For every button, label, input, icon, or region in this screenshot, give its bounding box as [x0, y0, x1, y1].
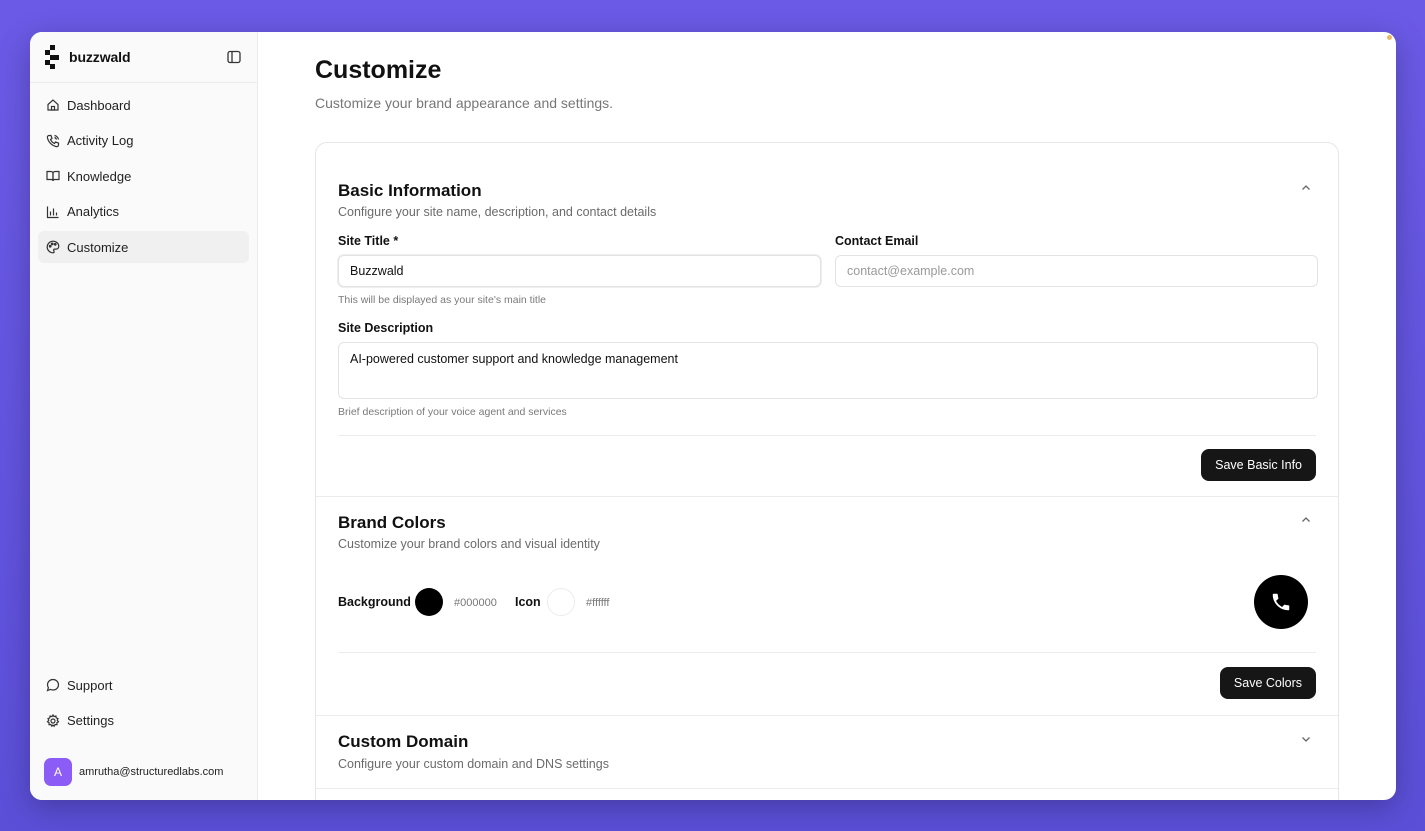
chevron-up-icon[interactable] — [1300, 514, 1312, 526]
basic-info-section: Basic Information Configure your site na… — [316, 143, 1338, 497]
chevron-down-icon[interactable] — [1300, 733, 1312, 745]
basic-info-title: Basic Information — [338, 181, 482, 200]
icon-color-label: Icon — [515, 595, 541, 609]
background-color-swatch[interactable] — [415, 588, 443, 616]
sidebar-toggle-icon[interactable] — [225, 48, 243, 66]
sidebar-item-label: Analytics — [67, 204, 120, 219]
page-subtitle: Customize your brand appearance and sett… — [315, 95, 614, 111]
customize-card: Basic Information Configure your site na… — [315, 142, 1339, 800]
user-email: amrutha@structuredlabs.com — [79, 766, 224, 778]
sidebar-item-label: Customize — [67, 239, 129, 255]
sidebar-item-label: Settings — [67, 713, 114, 728]
sidebar-item-label: Knowledge — [67, 168, 132, 184]
brand-colors-section: Brand Colors Customize your brand colors… — [316, 497, 1338, 715]
user-profile[interactable]: A amrutha@structuredlabs.com — [44, 758, 223, 786]
basic-info-description: Configure your site name, description, a… — [338, 205, 657, 219]
call-button-preview — [1254, 575, 1308, 629]
brand-colors-description: Customize your brand colors and visual i… — [338, 537, 600, 551]
section-divider — [338, 652, 1316, 653]
avatar: A — [44, 758, 72, 786]
custom-domain-description: Configure your custom domain and DNS set… — [338, 757, 609, 771]
chevron-up-icon[interactable] — [1300, 182, 1312, 194]
site-title-label: Site Title * — [338, 234, 399, 248]
save-basic-info-button[interactable]: Save Basic Info — [1201, 449, 1316, 481]
sidebar: buzzwald Dashboard Activity Log Knowledg… — [30, 32, 258, 800]
background-color-hex: #000000 — [454, 597, 497, 609]
contact-email-label: Contact Email — [835, 234, 919, 248]
site-title-input[interactable] — [338, 255, 821, 287]
site-description-label: Site Description — [338, 321, 434, 335]
save-colors-button[interactable]: Save Colors — [1219, 667, 1316, 699]
site-title-helper: This will be displayed as your site's ma… — [338, 294, 547, 306]
sidebar-item-label: Support — [67, 677, 113, 693]
sidebar-item-customize[interactable]: Customize — [38, 231, 249, 263]
sidebar-bottom-nav: Support Settings — [38, 669, 249, 740]
gear-icon — [46, 713, 60, 728]
site-description-helper: Brief description of your voice agent an… — [338, 406, 567, 418]
message-icon — [46, 678, 60, 692]
bar-chart-icon — [46, 205, 60, 219]
sidebar-item-settings[interactable]: Settings — [38, 705, 249, 737]
section-divider — [338, 435, 1316, 436]
sidebar-item-label: Dashboard — [67, 97, 131, 113]
page-title: Customize — [315, 56, 442, 84]
brand-name: buzzwald — [69, 49, 131, 65]
home-icon — [46, 98, 60, 112]
buzzwald-logo-icon — [45, 45, 59, 69]
sidebar-item-label: Activity Log — [67, 133, 134, 148]
sidebar-item-dashboard[interactable]: Dashboard — [38, 89, 249, 121]
sidebar-nav: Dashboard Activity Log Knowledge Analyti… — [30, 83, 257, 273]
sidebar-item-support[interactable]: Support — [38, 669, 249, 701]
icon-color-swatch[interactable] — [547, 588, 575, 616]
site-description-textarea[interactable]: AI-powered customer support and knowledg… — [338, 342, 1318, 399]
sidebar-item-activity-log[interactable]: Activity Log — [38, 125, 249, 157]
brand-colors-title: Brand Colors — [338, 513, 446, 532]
book-icon — [46, 169, 60, 183]
custom-domain-title: Custom Domain — [338, 732, 469, 751]
palette-icon — [46, 240, 60, 254]
phone-icon — [1272, 593, 1290, 611]
sidebar-item-analytics[interactable]: Analytics — [38, 196, 249, 228]
icon-color-hex: #ffffff — [586, 597, 610, 609]
sidebar-item-knowledge[interactable]: Knowledge — [38, 160, 249, 192]
brand-header: buzzwald — [30, 32, 257, 83]
background-color-label: Background — [338, 595, 411, 609]
app-window: buzzwald Dashboard Activity Log Knowledg… — [30, 32, 1396, 800]
section-separator — [316, 788, 1338, 789]
contact-email-input[interactable] — [835, 255, 1318, 287]
main-content: Customize Customize your brand appearanc… — [258, 32, 1396, 800]
phone-icon — [46, 134, 60, 148]
